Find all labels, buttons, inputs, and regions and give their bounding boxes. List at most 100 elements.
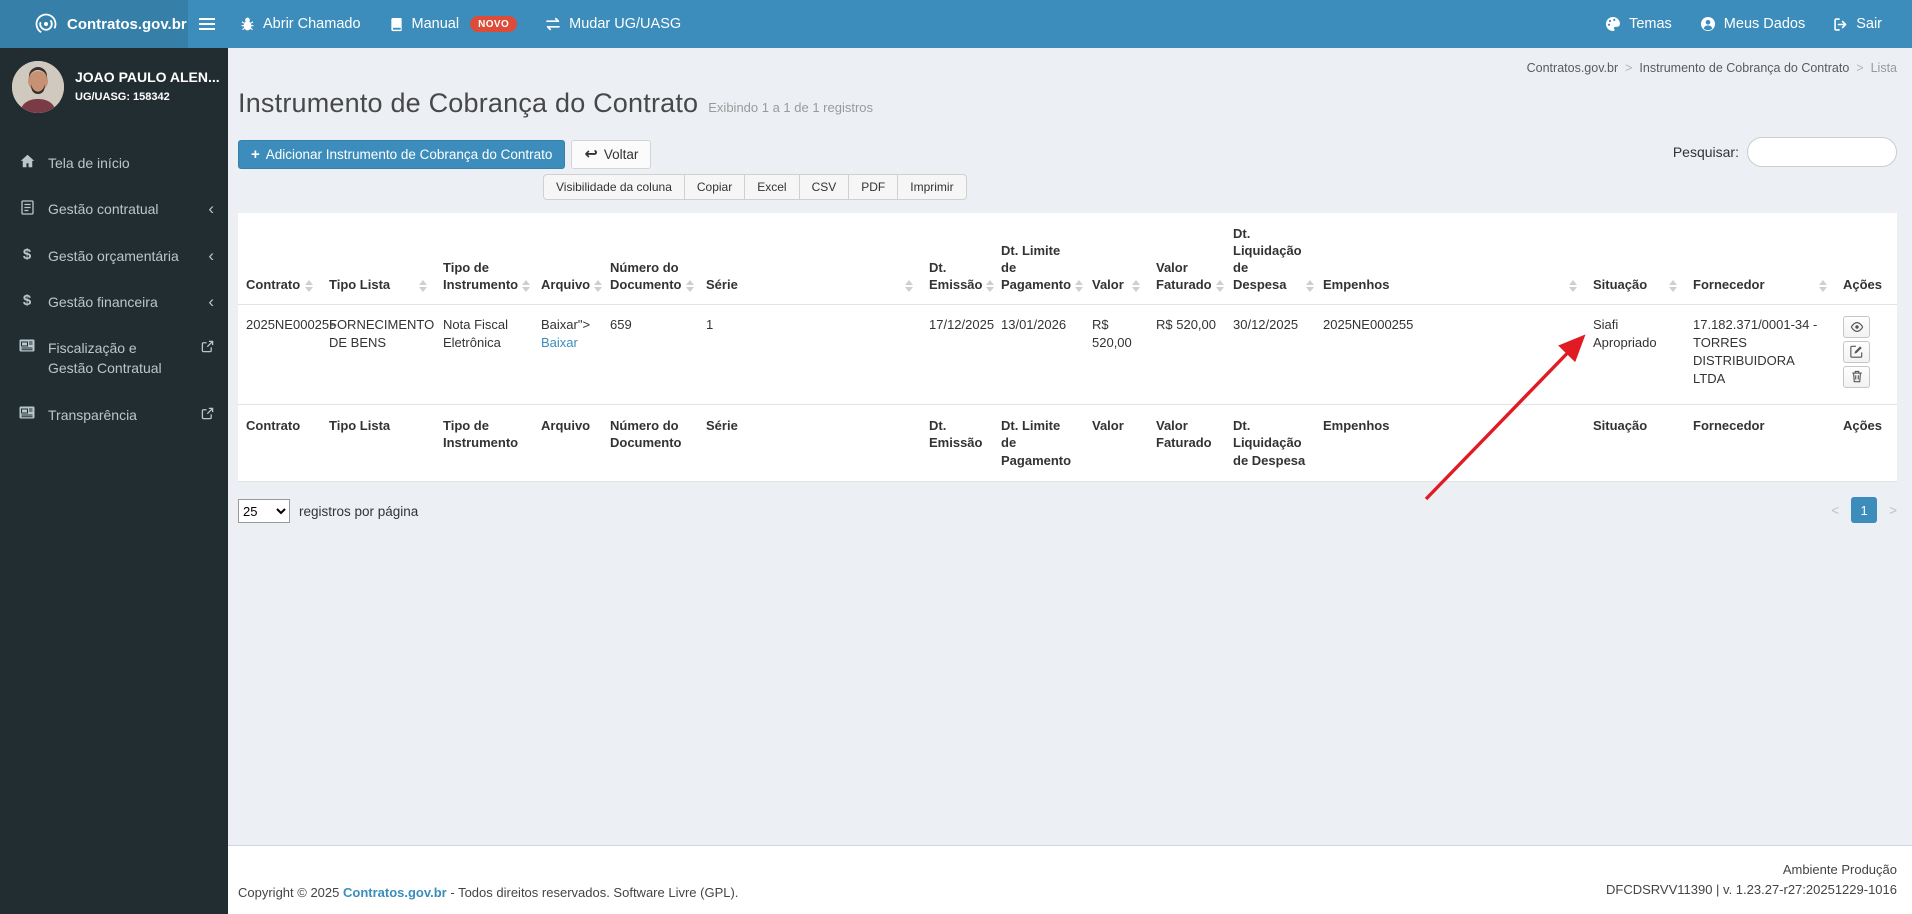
column-header-numero-documento[interactable]: Número do Documento: [602, 213, 698, 305]
column-footer-tipo-lista: Tipo Lista: [321, 404, 435, 483]
search-input[interactable]: [1747, 137, 1897, 167]
dollar-icon: $: [22, 291, 32, 309]
column-footer-empenhos: Empenhos: [1315, 404, 1585, 483]
records-info: Exibindo 1 a 1 de 1 registros: [708, 100, 874, 115]
sort-icon: [594, 279, 603, 294]
sort-icon: [1569, 279, 1577, 294]
column-header-acoes: Ações: [1835, 213, 1897, 305]
sort-icon: [1819, 279, 1827, 294]
breadcrumb-item-home[interactable]: Contratos.gov.br: [1527, 61, 1618, 75]
nav-temas[interactable]: Temas: [1591, 0, 1686, 48]
back-button[interactable]: ↩ Voltar: [571, 140, 652, 169]
sidebar-item-gestao-financeira[interactable]: $ Gestão financeira ‹: [0, 279, 228, 325]
view-button[interactable]: [1843, 315, 1870, 338]
copy-button[interactable]: Copiar: [683, 174, 746, 200]
add-instrument-button[interactable]: + Adicionar Instrumento de Cobrança do C…: [238, 140, 566, 169]
exchange-icon: [545, 17, 561, 31]
column-header-empenhos[interactable]: Empenhos: [1315, 213, 1585, 305]
palette-icon: [1605, 16, 1621, 32]
cell-valor: R$ 520,00: [1084, 304, 1148, 405]
page-header: Instrumento de Cobrança do Contrato Exib…: [238, 88, 1897, 119]
nav-item-label: Abrir Chamado: [263, 16, 361, 32]
column-footer-numero-documento: Número do Documento: [602, 404, 698, 483]
sort-icon: [305, 279, 313, 294]
sidebar-item-fiscalizacao-gestao-contratual[interactable]: Fiscalização e Gestão Contratual: [0, 325, 228, 392]
sort-icon: [1215, 279, 1224, 294]
column-header-fornecedor[interactable]: Fornecedor: [1685, 213, 1835, 305]
sidebar-item-gestao-orcamentaria[interactable]: $ Gestão orçamentária ‹: [0, 233, 228, 279]
nav-item-label: Temas: [1629, 16, 1672, 32]
nav-abrir-chamado[interactable]: Abrir Chamado: [226, 0, 375, 48]
user-name: JOAO PAULO ALEN...: [75, 69, 220, 85]
pdf-button[interactable]: PDF: [848, 174, 899, 200]
column-header-contrato[interactable]: Contrato: [238, 213, 321, 305]
copyright-text: Copyright © 2025 Contratos.gov.br - Todo…: [238, 885, 738, 900]
column-header-serie[interactable]: Série: [698, 213, 921, 305]
sidebar-item-transparencia[interactable]: Transparência: [0, 392, 228, 438]
column-visibility-button[interactable]: Visibilidade da coluna: [543, 174, 685, 200]
bug-icon: [240, 17, 255, 32]
column-header-situacao[interactable]: Situação: [1585, 213, 1685, 305]
column-footer-fornecedor: Fornecedor: [1685, 404, 1835, 483]
sidebar-item-gestao-contratual[interactable]: Gestão contratual ‹: [0, 186, 228, 232]
column-footer-contrato: Contrato: [238, 404, 321, 483]
sidebar-toggle-button[interactable]: [188, 0, 226, 48]
breadcrumb-separator: >: [1625, 61, 1633, 75]
cell-tipo-lista: FORNECIMENTO DE BENS: [321, 304, 435, 405]
page-length-select[interactable]: 25: [238, 499, 290, 524]
chevron-left-icon: ‹: [208, 245, 214, 265]
column-footer-situacao: Situação: [1585, 404, 1685, 483]
pagination-page-1[interactable]: 1: [1851, 497, 1878, 524]
nav-item-label: Manual: [411, 16, 460, 32]
delete-button[interactable]: [1843, 365, 1870, 388]
edit-icon: [1850, 345, 1863, 358]
column-header-dt-limite-pagamento[interactable]: Dt. Limite de Pagamento: [993, 213, 1084, 305]
page-footer: Copyright © 2025 Contratos.gov.br - Todo…: [228, 845, 1912, 914]
external-link-icon: [201, 407, 214, 420]
column-header-dt-emissao[interactable]: Dt. Emissão: [921, 213, 995, 305]
sidebar-item-label: Transparência: [48, 406, 137, 423]
navbar-right: Temas Meus Dados Sair: [1591, 0, 1912, 48]
cell-tipo-instrumento: Nota Fiscal Eletrônica: [435, 304, 533, 405]
column-header-tipo-instrumento[interactable]: Tipo de Instrumento: [435, 213, 533, 305]
newspaper-icon: [18, 406, 36, 419]
add-button-label: Adicionar Instrumento de Cobrança do Con…: [265, 147, 553, 162]
book-icon: [389, 17, 404, 32]
nav-mudar-ug-uasg[interactable]: Mudar UG/UASG: [531, 0, 695, 48]
brand-logo[interactable]: Contratos.gov.br: [0, 0, 188, 48]
table-panel: Contrato Tipo Lista Tipo de Instrumento …: [238, 213, 1897, 483]
cell-empenhos: 2025NE000255: [1315, 304, 1585, 405]
column-header-arquivo[interactable]: Arquivo: [533, 213, 603, 305]
trash-icon: [1851, 370, 1863, 383]
footer-brand-link[interactable]: Contratos.gov.br: [343, 885, 447, 900]
column-header-dt-liquidacao[interactable]: Dt. Liquidação de Despesa: [1225, 213, 1315, 305]
cell-fornecedor: 17.182.371/0001-34 - TORRES DISTRIBUIDOR…: [1685, 304, 1835, 405]
table-footer-row: Contrato Tipo Lista Tipo de Instrumento …: [238, 404, 1897, 483]
breadcrumb-item-section[interactable]: Instrumento de Cobrança do Contrato: [1639, 61, 1849, 75]
sort-icon: [1305, 279, 1314, 294]
column-header-valor[interactable]: Valor: [1084, 213, 1148, 305]
excel-button[interactable]: Excel: [744, 174, 800, 200]
sort-icon: [1132, 279, 1140, 294]
sidebar-item-label: Tela de início: [48, 155, 130, 171]
copyright-prefix: Copyright © 2025: [238, 885, 340, 900]
print-button[interactable]: Imprimir: [897, 174, 967, 200]
nav-manual[interactable]: Manual NOVO: [375, 0, 532, 48]
edit-button[interactable]: [1843, 340, 1870, 363]
pagination-prev[interactable]: <: [1831, 503, 1839, 518]
download-link[interactable]: Baixar: [541, 335, 578, 350]
column-header-tipo-lista[interactable]: Tipo Lista: [321, 213, 435, 305]
environment-label: Ambiente Produção: [1782, 861, 1897, 877]
sort-icon: [522, 279, 531, 294]
pagination-next[interactable]: >: [1889, 503, 1897, 518]
nav-sair[interactable]: Sair: [1819, 0, 1896, 48]
sidebar-item-label: Gestão financeira: [48, 293, 158, 310]
sort-icon: [685, 279, 694, 294]
nav-meus-dados[interactable]: Meus Dados: [1686, 0, 1819, 48]
csv-button[interactable]: CSV: [798, 174, 850, 200]
column-header-valor-faturado[interactable]: Valor Faturado: [1148, 213, 1225, 305]
column-footer-valor-faturado: Valor Faturado: [1148, 404, 1225, 483]
sidebar-item-tela-de-inicio[interactable]: Tela de início: [0, 140, 228, 186]
breadcrumb-item-current: Lista: [1870, 61, 1897, 75]
external-link-icon: [201, 340, 214, 353]
